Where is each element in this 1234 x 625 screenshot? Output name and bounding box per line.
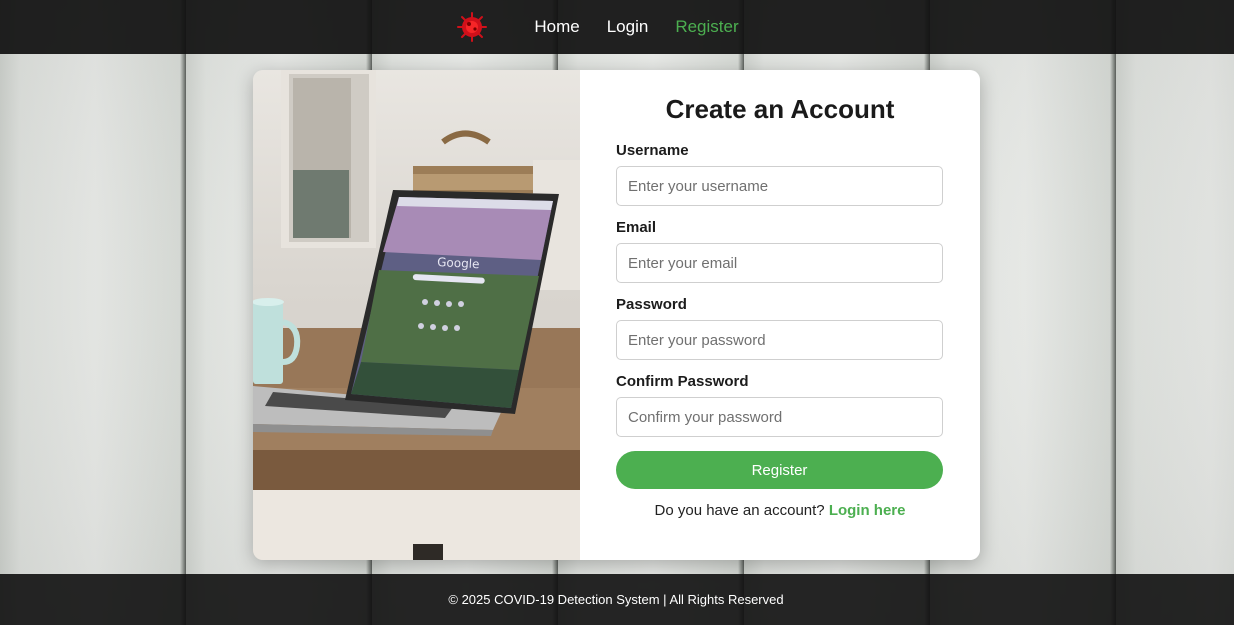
email-input[interactable] <box>616 243 943 283</box>
laptop-photo: Google <box>253 70 580 560</box>
login-here-link[interactable]: Login here <box>829 502 906 519</box>
username-input[interactable] <box>616 166 943 206</box>
navbar: Home Login Register <box>0 0 1234 54</box>
register-card: Google Create an Account Username Email … <box>253 70 980 560</box>
login-prompt: Do you have an account? Login here <box>616 502 944 519</box>
nav-link-login[interactable]: Login <box>607 17 649 37</box>
form-title: Create an Account <box>665 94 895 124</box>
nav-inner: Home Login Register <box>456 11 765 43</box>
virus-icon[interactable] <box>456 11 488 43</box>
footer: © 2025 COVID-19 Detection System | All R… <box>0 574 1234 625</box>
nav-link-home[interactable]: Home <box>534 17 579 37</box>
confirm-password-input[interactable] <box>616 397 943 437</box>
screen-brand-text: Google <box>437 255 480 271</box>
password-input[interactable] <box>616 320 943 360</box>
email-label: Email <box>616 219 657 236</box>
confirm-password-label: Confirm Password <box>616 373 749 390</box>
nav-link-register[interactable]: Register <box>675 17 738 37</box>
password-label: Password <box>616 296 687 313</box>
login-prompt-text: Do you have an account? <box>654 502 825 519</box>
register-form-panel: Create an Account Username Email Passwor… <box>580 70 980 560</box>
username-label: Username <box>616 142 689 159</box>
footer-copyright: © 2025 COVID-19 Detection System | All R… <box>448 592 784 607</box>
register-button[interactable]: Register <box>616 451 943 489</box>
